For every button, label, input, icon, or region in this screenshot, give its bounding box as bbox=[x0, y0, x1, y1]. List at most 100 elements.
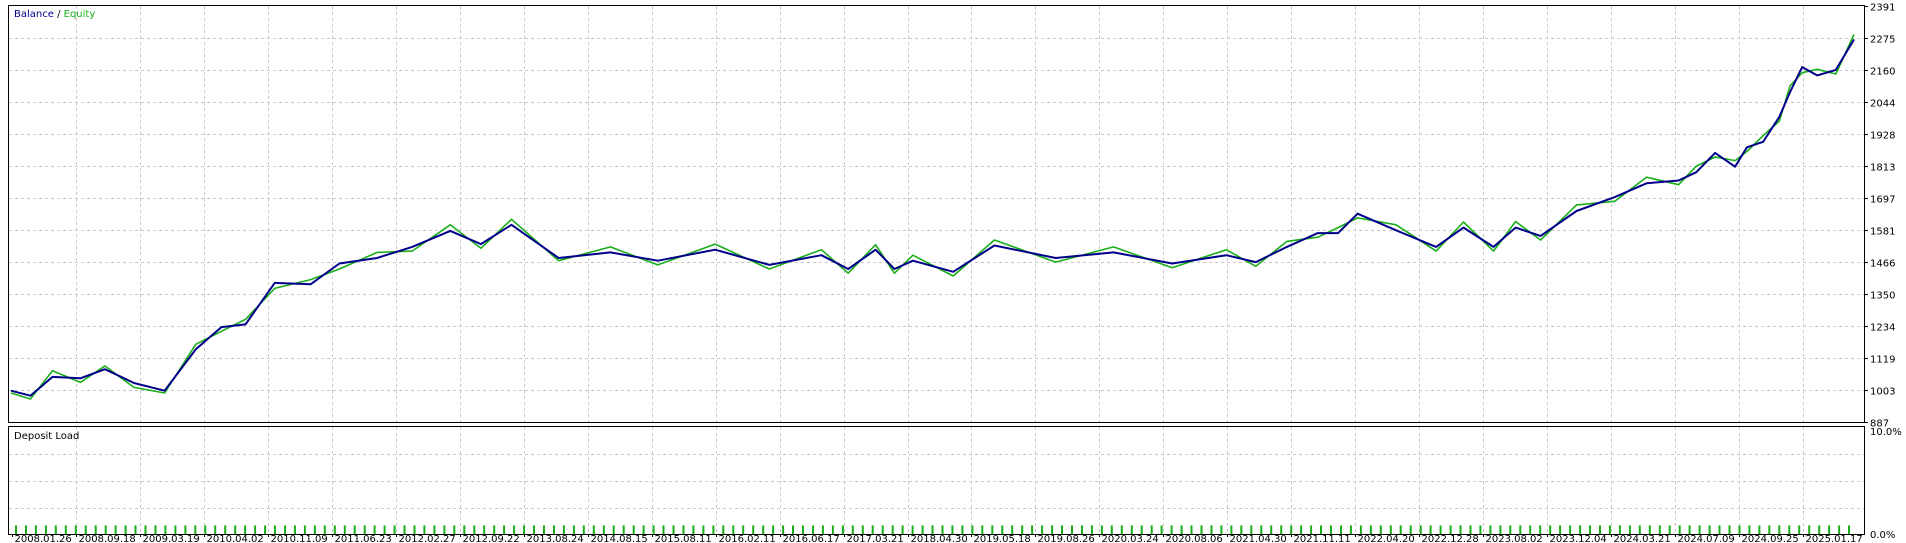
deposit-load-bar bbox=[742, 525, 745, 534]
deposit-load-bar bbox=[383, 525, 386, 534]
x-tick-label: 2013.08.24 bbox=[527, 534, 584, 543]
deposit-load-bar bbox=[264, 525, 267, 534]
x-tick-label: 2009.03.19 bbox=[143, 534, 200, 543]
deposit-load-bar bbox=[1140, 525, 1143, 534]
y-tick-label: 1813 bbox=[1870, 163, 1895, 174]
deposit-load-bar bbox=[1559, 525, 1562, 534]
deposit-load-bar bbox=[1310, 525, 1313, 534]
x-tick-label: 2022.12.28 bbox=[1422, 534, 1479, 543]
deposit-load-bar bbox=[1270, 525, 1273, 534]
x-tick-label: 2016.06.17 bbox=[783, 534, 840, 543]
deposit-load-bar bbox=[1539, 525, 1542, 534]
deposit-load-bar bbox=[1419, 525, 1422, 534]
deposit-load-bar bbox=[782, 525, 785, 534]
deposit-load-bar bbox=[214, 525, 217, 534]
deposit-load-bar bbox=[1698, 525, 1701, 534]
x-tick-label: 2018.04.30 bbox=[911, 534, 968, 543]
deposit-load-bar bbox=[981, 525, 984, 534]
deposit-load-bar bbox=[1160, 525, 1163, 534]
deposit-load-bar bbox=[1788, 525, 1791, 534]
deposit-load-bar bbox=[1628, 525, 1631, 534]
date-x-axis: 2008.01.26 2008.09.18 2009.03.19 2010.04.02… bbox=[12, 534, 1863, 543]
deposit-load-bar bbox=[1738, 525, 1741, 534]
deposit-load-bar bbox=[802, 525, 804, 534]
deposit-load-bar bbox=[891, 525, 894, 534]
deposit-load-bar bbox=[712, 525, 715, 534]
deposit-load-bar bbox=[284, 525, 286, 534]
x-tick-label: 2024.03.21 bbox=[1614, 534, 1671, 543]
deposit-load-bar bbox=[1798, 525, 1801, 534]
deposit-load-bar bbox=[463, 525, 466, 534]
x-tick-label: 2019.08.26 bbox=[1038, 534, 1095, 543]
deposit-load-bar bbox=[1718, 525, 1721, 534]
deposit-load-bar bbox=[1359, 525, 1362, 534]
deposit-load-bar bbox=[1618, 525, 1621, 534]
deposit-load-bar bbox=[25, 525, 27, 534]
deposit-load-bar bbox=[1579, 525, 1582, 534]
deposit-load-bar bbox=[194, 525, 197, 534]
deposit-load-bar bbox=[134, 525, 137, 534]
deposit-load-bar bbox=[293, 525, 296, 534]
deposit-load-bar bbox=[1051, 525, 1054, 534]
deposit-load-bar bbox=[1469, 525, 1472, 534]
deposit-load-bar bbox=[1529, 525, 1532, 534]
deposit-load-bar bbox=[732, 525, 735, 534]
x-tick-label: 2024.07.09 bbox=[1678, 534, 1735, 543]
deposit-y-tick-label: 0.0% bbox=[1870, 530, 1895, 541]
deposit-load-bar bbox=[1290, 525, 1293, 534]
deposit-load-bar bbox=[1589, 525, 1591, 534]
y-tick-label: 1466 bbox=[1870, 259, 1895, 270]
deposit-load-bar bbox=[1389, 525, 1392, 534]
y-tick-label: 2044 bbox=[1870, 99, 1895, 110]
x-tick-label: 2010.11.09 bbox=[271, 534, 328, 543]
deposit-load-bar bbox=[1658, 525, 1661, 534]
deposit-load-bar bbox=[812, 525, 814, 534]
deposit-load-bar bbox=[1688, 525, 1691, 534]
deposit-load-bar bbox=[652, 525, 655, 534]
deposit-load-bar bbox=[313, 525, 316, 534]
deposit-load-bar bbox=[1439, 525, 1442, 534]
deposit-load-bar bbox=[752, 525, 755, 534]
deposit-load-bar bbox=[443, 525, 446, 534]
deposit-load-bar bbox=[1369, 525, 1372, 534]
deposit-load-bar bbox=[1569, 525, 1572, 534]
deposit-load-bar bbox=[1180, 525, 1183, 534]
deposit-load-bar bbox=[543, 525, 545, 534]
deposit-load-bar bbox=[841, 525, 844, 534]
deposit-load-bar bbox=[762, 525, 765, 534]
deposit-load-bar bbox=[772, 525, 775, 534]
x-tick-label: 2022.04.20 bbox=[1358, 534, 1415, 543]
x-tick-label: 2023.08.02 bbox=[1486, 534, 1543, 543]
deposit-load-bar bbox=[244, 525, 247, 534]
deposit-load-bar bbox=[1489, 525, 1492, 534]
deposit-load-bar bbox=[1130, 525, 1133, 534]
deposit-load-bar bbox=[1808, 525, 1811, 534]
deposit-load-bar bbox=[1340, 525, 1342, 534]
x-tick-label: 2020.08.06 bbox=[1166, 534, 1223, 543]
deposit-load-bar bbox=[74, 525, 77, 534]
deposit-load-bar bbox=[1110, 525, 1113, 534]
deposit-load-bar bbox=[84, 525, 87, 534]
deposit-load-bar bbox=[1349, 525, 1352, 534]
y-tick-label: 1119 bbox=[1870, 355, 1895, 366]
y-tick-label: 1928 bbox=[1870, 131, 1895, 142]
y-tick-label: 2160 bbox=[1870, 67, 1895, 78]
deposit-load-bar bbox=[941, 525, 944, 534]
deposit-load-bar bbox=[1170, 525, 1173, 534]
deposit-load-bar bbox=[154, 525, 157, 534]
deposit-load-bar bbox=[1280, 525, 1283, 534]
deposit-load-bar bbox=[961, 525, 964, 534]
legend-equity: Equity bbox=[64, 9, 96, 20]
deposit-load-bar bbox=[453, 525, 456, 534]
deposit-load-bar bbox=[1001, 525, 1004, 534]
deposit-load-bar bbox=[1778, 525, 1781, 534]
x-tick-label: 2012.09.22 bbox=[463, 534, 520, 543]
x-tick-label: 2011.06.23 bbox=[335, 534, 392, 543]
deposit-load-bar bbox=[1300, 525, 1303, 534]
deposit-load-bar bbox=[702, 525, 705, 534]
deposit-load-bar bbox=[34, 525, 37, 534]
deposit-load-bar bbox=[792, 525, 794, 534]
deposit-load-bar bbox=[1848, 525, 1850, 534]
deposit-load-bar bbox=[1728, 525, 1731, 534]
deposit-load-bar bbox=[1190, 525, 1193, 534]
